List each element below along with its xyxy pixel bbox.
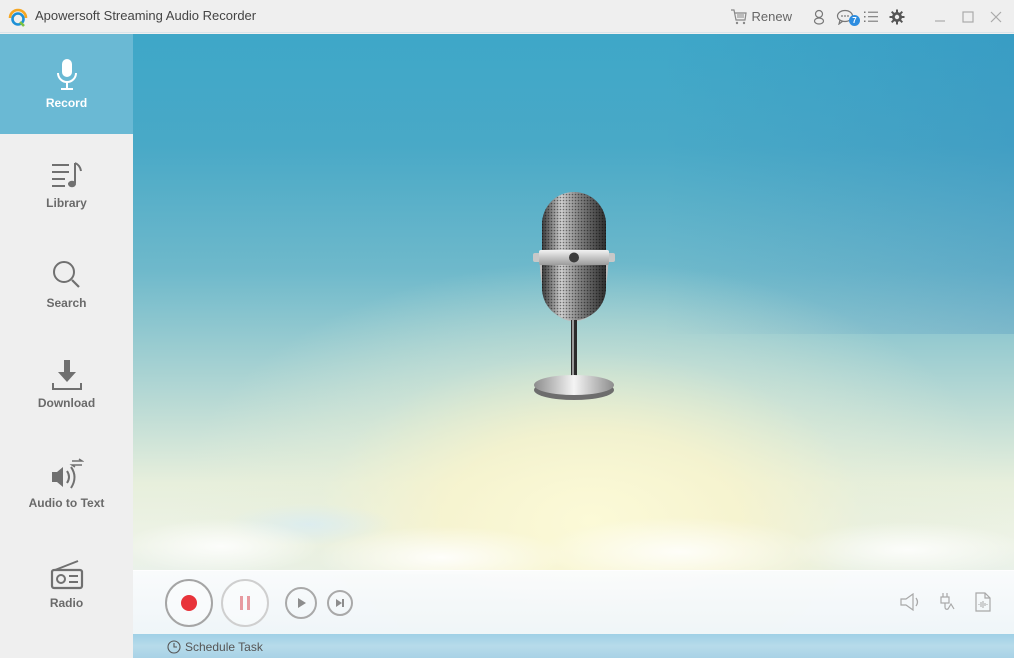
record-button[interactable] <box>165 579 213 627</box>
music-list-icon <box>50 158 84 192</box>
audio-input-icon <box>940 593 955 610</box>
sidebar-item-library[interactable]: Library <box>0 134 133 234</box>
play-button[interactable] <box>285 587 317 619</box>
microphone-icon <box>50 58 84 92</box>
renew-button[interactable]: Renew <box>730 0 792 33</box>
user-icon <box>813 9 825 25</box>
gear-icon <box>889 9 905 24</box>
sidebar-item-label: Radio <box>49 596 84 610</box>
sidebar-item-download[interactable]: Download <box>0 334 133 434</box>
settings-button[interactable] <box>884 0 910 33</box>
app-title: Apowersoft Streaming Audio Recorder <box>35 8 257 23</box>
sidebar-item-label: Download <box>37 396 96 410</box>
maximize-button[interactable] <box>954 0 982 33</box>
volume-button[interactable] <box>900 591 922 613</box>
radio-icon <box>50 558 84 592</box>
skip-next-button[interactable] <box>327 590 353 616</box>
pause-icon <box>240 596 250 610</box>
list-menu-icon <box>864 11 878 22</box>
account-button[interactable] <box>806 0 832 33</box>
sidebar-item-audio-to-text[interactable]: Audio to Text <box>0 434 133 534</box>
sidebar-item-label: Audio to Text <box>28 496 105 510</box>
audio-file-icon <box>975 592 991 612</box>
sidebar-item-search[interactable]: Search <box>0 234 133 334</box>
maximize-icon <box>962 10 974 23</box>
sidebar: Record Library Search Download Audio to … <box>0 34 133 658</box>
playback-controls <box>133 570 1014 634</box>
cart-icon <box>730 8 747 24</box>
renew-label: Renew <box>751 9 792 24</box>
close-button[interactable] <box>982 0 1010 33</box>
audio-source-button[interactable] <box>936 591 958 613</box>
close-icon <box>990 11 1002 22</box>
messages-button[interactable]: 7 <box>832 0 860 33</box>
sky-background <box>133 464 1014 574</box>
minimize-button[interactable] <box>926 0 954 33</box>
skip-next-icon <box>336 599 344 607</box>
download-icon <box>50 358 84 392</box>
sidebar-item-record[interactable]: Record <box>0 34 133 134</box>
record-panel: Schedule Task <box>133 34 1014 658</box>
schedule-task-label: Schedule Task <box>185 640 263 654</box>
search-icon <box>50 258 84 292</box>
sidebar-item-radio[interactable]: Radio <box>0 534 133 634</box>
menu-button[interactable] <box>858 0 884 33</box>
studio-microphone-illustration <box>533 192 615 400</box>
minimize-icon <box>935 19 945 22</box>
messages-badge: 7 <box>849 15 860 26</box>
schedule-bar: Schedule Task <box>133 634 1014 658</box>
sidebar-item-label: Record <box>45 96 88 110</box>
record-icon <box>181 595 197 611</box>
schedule-task-button[interactable]: Schedule Task <box>167 640 263 654</box>
play-icon <box>298 598 306 608</box>
speaker-convert-icon <box>50 458 84 492</box>
output-format-button[interactable] <box>972 591 994 613</box>
sidebar-item-label: Library <box>46 196 87 210</box>
title-bar: Apowersoft Streaming Audio Recorder Rene… <box>0 0 1014 33</box>
sidebar-item-label: Search <box>46 296 87 310</box>
speaker-icon <box>900 593 919 611</box>
apowersoft-logo-icon <box>8 8 28 27</box>
clock-icon <box>167 640 181 654</box>
pause-button[interactable] <box>221 579 269 627</box>
